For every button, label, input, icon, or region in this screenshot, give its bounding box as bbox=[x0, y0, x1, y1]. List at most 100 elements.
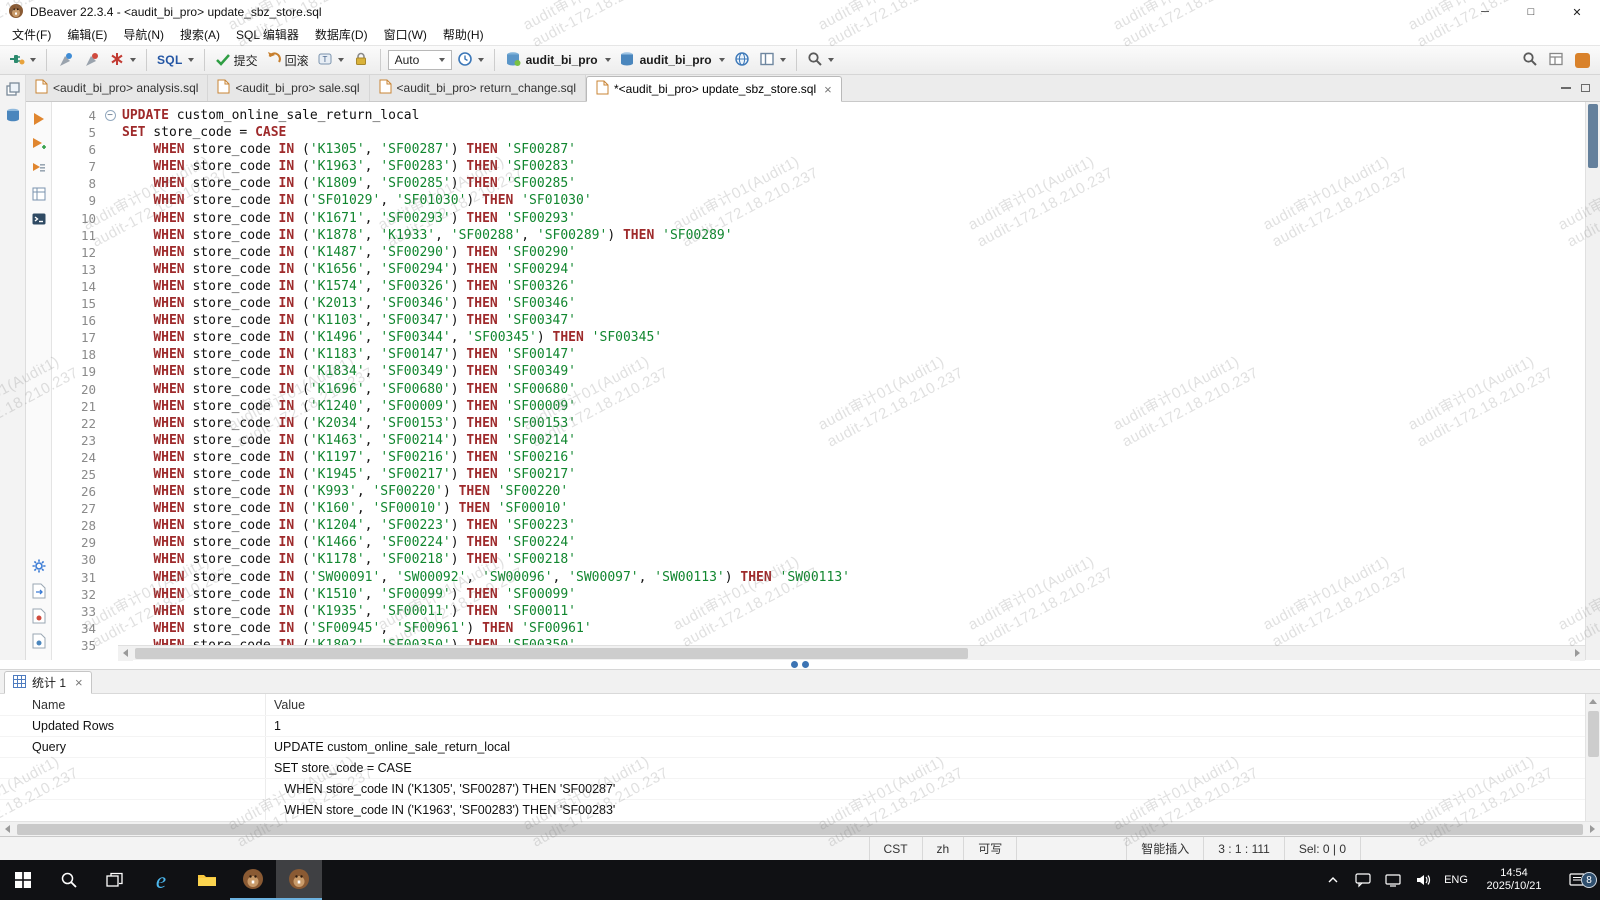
rollback-button[interactable]: 回滚 bbox=[263, 48, 312, 72]
scroll-left-arrow[interactable] bbox=[0, 822, 15, 837]
scroll-up-arrow[interactable] bbox=[1586, 694, 1600, 709]
table-row[interactable]: WHEN store_code IN ('K1963', 'SF00283') … bbox=[0, 799, 1585, 820]
editor-tab-0[interactable]: <audit_bi_pro> analysis.sql bbox=[26, 75, 208, 101]
settings-gear-button[interactable] bbox=[30, 557, 48, 575]
code-line[interactable]: WHEN store_code IN ('K1240', 'SF00009') … bbox=[122, 398, 1585, 415]
globe-button[interactable] bbox=[730, 48, 754, 72]
schema-selector[interactable]: audit_bi_pro bbox=[616, 48, 728, 72]
menu-help[interactable]: 帮助(H) bbox=[435, 24, 492, 45]
taskbar-search-button[interactable] bbox=[46, 860, 92, 900]
maximize-view-icon[interactable] bbox=[1581, 84, 1590, 92]
start-button[interactable] bbox=[0, 860, 46, 900]
menu-window[interactable]: 窗口(W) bbox=[376, 24, 435, 45]
save-to-database-button[interactable] bbox=[30, 632, 48, 650]
code-line[interactable]: WHEN store_code IN ('K1103', 'SF00347') … bbox=[122, 312, 1585, 329]
sql-editor-menu-button[interactable]: SQL bbox=[154, 48, 197, 72]
maximize-button[interactable]: □ bbox=[1508, 0, 1554, 24]
file-explorer-button[interactable] bbox=[184, 860, 230, 900]
results-hscroll-track[interactable] bbox=[15, 822, 1585, 836]
code-line[interactable]: WHEN store_code IN ('K1487', 'SF00290') … bbox=[122, 244, 1585, 261]
code-line[interactable]: WHEN store_code IN ('K1496', 'SF00344', … bbox=[122, 329, 1585, 346]
close-button[interactable]: ✕ bbox=[1554, 0, 1600, 24]
editor-hscrollbar[interactable] bbox=[118, 645, 1585, 660]
pin-blue-button[interactable] bbox=[54, 48, 78, 72]
pin-red-button[interactable] bbox=[80, 48, 104, 72]
code-line[interactable]: WHEN store_code IN ('K1935', 'SF00011') … bbox=[122, 603, 1585, 620]
scroll-right-arrow[interactable] bbox=[1570, 646, 1585, 661]
code-line[interactable]: WHEN store_code IN ('K1197', 'SF00216') … bbox=[122, 449, 1585, 466]
menu-navigate[interactable]: 导航(N) bbox=[115, 24, 172, 45]
code-lines[interactable]: UPDATE custom_online_sale_return_localSE… bbox=[118, 102, 1585, 645]
connection-selector[interactable]: audit_bi_pro bbox=[502, 48, 614, 72]
code-line[interactable]: WHEN store_code IN ('K1463', 'SF00214') … bbox=[122, 432, 1585, 449]
fold-minus-icon[interactable]: − bbox=[105, 110, 116, 121]
fold-collapse-control[interactable]: − bbox=[102, 107, 118, 124]
code-line[interactable]: WHEN store_code IN ('K1178', 'SF00218') … bbox=[122, 551, 1585, 568]
tray-clock[interactable]: 14:54 2025/10/21 bbox=[1474, 867, 1554, 893]
vscroll-thumb[interactable] bbox=[1588, 104, 1598, 168]
results-vscroll-thumb[interactable] bbox=[1588, 711, 1599, 757]
dbeaver-perspective-button[interactable] bbox=[1570, 48, 1594, 72]
execute-script-button[interactable] bbox=[30, 160, 48, 178]
code-line[interactable]: WHEN store_code IN ('K993', 'SF00220') T… bbox=[122, 483, 1585, 500]
code-line[interactable]: WHEN store_code IN ('K2013', 'SF00346') … bbox=[122, 295, 1585, 312]
task-view-button[interactable] bbox=[92, 860, 138, 900]
editor-tab-3[interactable]: *<audit_bi_pro> update_sbz_store.sql× bbox=[586, 76, 842, 102]
dbeaver-taskbar-button[interactable] bbox=[230, 860, 276, 900]
code-line[interactable]: WHEN store_code IN ('K160', 'SF00010') T… bbox=[122, 500, 1585, 517]
auto-commit-combo[interactable]: Auto bbox=[388, 50, 452, 70]
code-line[interactable]: WHEN store_code IN ('K1510', 'SF00099') … bbox=[122, 586, 1585, 603]
code-line[interactable]: WHEN store_code IN ('K1204', 'SF00223') … bbox=[122, 517, 1585, 534]
menu-file[interactable]: 文件(F) bbox=[4, 24, 59, 45]
hscroll-track[interactable] bbox=[133, 646, 1570, 660]
results-vscrollbar[interactable] bbox=[1585, 694, 1600, 821]
code-line[interactable]: UPDATE custom_online_sale_return_local bbox=[122, 107, 1585, 124]
status-caret-position[interactable]: 3 : 1 : 111 bbox=[1203, 837, 1284, 860]
code-line[interactable]: WHEN store_code IN ('SF01029', 'SF01030'… bbox=[122, 192, 1585, 209]
active-tasks-button[interactable] bbox=[106, 48, 139, 72]
table-row[interactable]: QueryUPDATE custom_online_sale_return_lo… bbox=[0, 736, 1585, 757]
internet-explorer-button[interactable]: e bbox=[138, 860, 184, 900]
menu-sql-editor[interactable]: SQL 编辑器 bbox=[228, 24, 307, 45]
sql-console-button[interactable] bbox=[30, 210, 48, 228]
explain-plan-button[interactable] bbox=[30, 185, 48, 203]
tray-chevron-up-icon[interactable] bbox=[1318, 860, 1348, 900]
execute-new-tab-button[interactable] bbox=[30, 135, 48, 153]
results-hscroll-thumb[interactable] bbox=[17, 824, 1583, 835]
search-menu-button[interactable] bbox=[804, 48, 837, 72]
transaction-mode-button[interactable]: T bbox=[314, 48, 347, 72]
execute-statement-button[interactable] bbox=[30, 110, 48, 128]
code-line[interactable]: WHEN store_code IN ('K1183', 'SF00147') … bbox=[122, 346, 1585, 363]
commit-button[interactable]: 提交 bbox=[212, 48, 261, 72]
close-tab-icon[interactable]: × bbox=[824, 82, 832, 97]
editor-tab-2[interactable]: <audit_bi_pro> return_change.sql bbox=[370, 75, 586, 101]
dbeaver-taskbar-button-active[interactable] bbox=[276, 860, 322, 900]
editor-tab-1[interactable]: <audit_bi_pro> sale.sql bbox=[208, 75, 369, 101]
code-line[interactable]: WHEN store_code IN ('K1809', 'SF00285') … bbox=[122, 175, 1585, 192]
hscroll-thumb[interactable] bbox=[135, 648, 968, 659]
scroll-right-arrow[interactable] bbox=[1585, 822, 1600, 837]
column-header-value[interactable]: Value bbox=[265, 694, 1585, 715]
search-button[interactable] bbox=[1518, 48, 1542, 72]
code-line[interactable]: WHEN store_code IN ('K2034', 'SF00153') … bbox=[122, 415, 1585, 432]
code-line[interactable]: WHEN store_code IN ('K1878', 'K1933', 'S… bbox=[122, 227, 1585, 244]
minimize-view-icon[interactable] bbox=[1561, 87, 1571, 89]
lock-button[interactable] bbox=[349, 48, 373, 72]
new-connection-button[interactable] bbox=[6, 48, 39, 72]
save-file-button[interactable] bbox=[30, 607, 48, 625]
restore-panel-button[interactable] bbox=[3, 79, 23, 99]
minimize-button[interactable]: ─ bbox=[1462, 0, 1508, 24]
code-line[interactable]: WHEN store_code IN ('K1466', 'SF00224') … bbox=[122, 534, 1585, 551]
tray-network-icon[interactable] bbox=[1378, 860, 1408, 900]
sql-editor[interactable]: 4567891011121314151617181920212223242526… bbox=[52, 102, 1600, 660]
code-line[interactable]: WHEN store_code IN ('K1945', 'SF00217') … bbox=[122, 466, 1585, 483]
tab-statistics[interactable]: 统计 1 × bbox=[4, 671, 92, 694]
table-row[interactable]: SET store_code = CASE bbox=[0, 757, 1585, 778]
action-center-button[interactable]: 8 bbox=[1554, 860, 1600, 900]
code-line[interactable]: WHEN store_code IN ('K1671', 'SF00293') … bbox=[122, 210, 1585, 227]
code-line[interactable]: WHEN store_code IN ('K1696', 'SF00680') … bbox=[122, 381, 1585, 398]
code-line[interactable]: WHEN store_code IN ('K1656', 'SF00294') … bbox=[122, 261, 1585, 278]
table-row[interactable]: WHEN store_code IN ('K1305', 'SF00287') … bbox=[0, 778, 1585, 799]
export-file-button[interactable] bbox=[30, 582, 48, 600]
layout-button[interactable] bbox=[756, 48, 789, 72]
